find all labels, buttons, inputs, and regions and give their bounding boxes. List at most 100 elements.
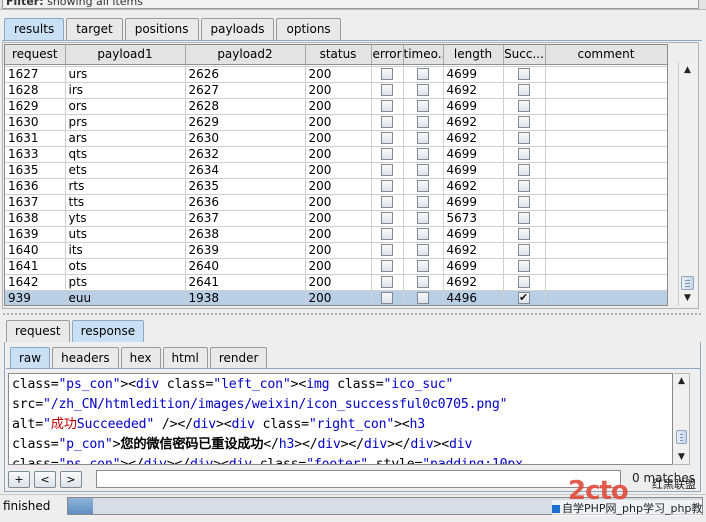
timeout-checkbox[interactable] <box>417 276 429 288</box>
tab-response[interactable]: response <box>71 320 145 342</box>
timeout-checkbox[interactable] <box>417 116 429 128</box>
success-checkbox[interactable] <box>518 290 530 305</box>
table-row[interactable]: 1630 prs 2629 200 4692 <box>5 114 667 131</box>
success-checkbox[interactable] <box>518 68 530 80</box>
tab-raw[interactable]: raw <box>10 347 51 369</box>
success-checkbox[interactable] <box>518 180 530 192</box>
col-payload2[interactable]: payload2 <box>185 45 306 65</box>
response-text-area[interactable]: class="ps_con"><div class="left_con"><im… <box>8 373 673 465</box>
table-row[interactable]: 1642 pts 2641 200 4692 <box>5 274 667 291</box>
timeout-checkbox[interactable] <box>417 212 429 224</box>
timeout-checkbox[interactable] <box>417 180 429 192</box>
table-row[interactable]: 939 euu 1938 200 4496 <box>5 290 667 305</box>
scroll-thumb[interactable] <box>681 276 694 290</box>
tab-hex[interactable]: hex <box>120 347 161 369</box>
cell-request: 1635 <box>5 162 66 179</box>
timeout-checkbox[interactable] <box>417 196 429 208</box>
success-checkbox[interactable] <box>518 276 530 288</box>
table-row[interactable]: 1635 ets 2634 200 4699 <box>5 162 667 179</box>
tab-positions[interactable]: positions <box>124 18 199 40</box>
col-length[interactable]: length <box>443 45 504 65</box>
scroll-down-icon[interactable]: ▼ <box>674 450 689 464</box>
split-handle[interactable] <box>2 312 702 316</box>
error-checkbox[interactable] <box>381 244 393 256</box>
scroll-up-icon[interactable]: ▲ <box>674 374 689 388</box>
response-scrollbar[interactable]: ▲ ▼ <box>674 373 690 465</box>
tab-headers[interactable]: headers <box>52 347 119 369</box>
error-cell <box>371 82 404 99</box>
error-checkbox[interactable] <box>381 100 393 112</box>
timeout-checkbox[interactable] <box>417 84 429 96</box>
tab-payloads[interactable]: payloads <box>200 18 275 40</box>
table-row[interactable]: 1638 yts 2637 200 5673 <box>5 210 667 227</box>
col-success[interactable]: Succ... <box>503 45 546 65</box>
col-request[interactable]: request <box>5 45 66 65</box>
error-checkbox[interactable] <box>381 116 393 128</box>
timeout-checkbox[interactable] <box>417 68 429 80</box>
timeout-checkbox[interactable] <box>417 260 429 272</box>
table-row[interactable]: 1641 ots 2640 200 4699 <box>5 258 667 275</box>
success-checkbox[interactable] <box>518 228 530 240</box>
error-checkbox[interactable] <box>381 292 393 304</box>
table-row[interactable]: 1636 rts 2635 200 4692 <box>5 178 667 195</box>
success-checkbox[interactable] <box>518 116 530 128</box>
success-checkbox[interactable] <box>518 196 530 208</box>
col-comment[interactable]: comment <box>545 45 667 65</box>
error-checkbox[interactable] <box>381 164 393 176</box>
table-row[interactable]: 1639 uts 2638 200 4699 <box>5 226 667 243</box>
next-button[interactable]: > <box>60 470 82 488</box>
tab-options[interactable]: options <box>276 18 341 40</box>
error-checkbox[interactable] <box>381 196 393 208</box>
error-checkbox[interactable] <box>381 276 393 288</box>
error-checkbox[interactable] <box>381 228 393 240</box>
search-input[interactable] <box>96 470 621 488</box>
error-checkbox[interactable] <box>381 260 393 272</box>
scroll-down-icon[interactable]: ▼ <box>679 290 696 306</box>
filter-bar[interactable]: Filter: showing all items <box>0 0 706 10</box>
col-timeout[interactable]: timeo... <box>403 45 444 65</box>
scroll-thumb[interactable] <box>676 430 687 444</box>
error-checkbox[interactable] <box>381 68 393 80</box>
timeout-checkbox[interactable] <box>417 228 429 240</box>
timeout-checkbox[interactable] <box>417 292 429 304</box>
tab-render[interactable]: render <box>209 347 268 369</box>
error-checkbox[interactable] <box>381 84 393 96</box>
error-checkbox[interactable] <box>381 132 393 144</box>
error-checkbox[interactable] <box>381 148 393 160</box>
success-checkbox[interactable] <box>518 148 530 160</box>
timeout-checkbox[interactable] <box>417 148 429 160</box>
previous-button[interactable]: < <box>34 470 56 488</box>
success-checkbox[interactable] <box>518 132 530 144</box>
success-checkbox[interactable] <box>518 244 530 256</box>
success-checkbox[interactable] <box>518 84 530 96</box>
error-checkbox[interactable] <box>381 180 393 192</box>
timeout-checkbox[interactable] <box>417 100 429 112</box>
scroll-up-icon[interactable]: ▲ <box>679 62 696 78</box>
table-row[interactable]: 1640 its 2639 200 4692 <box>5 242 667 259</box>
timeout-checkbox[interactable] <box>417 132 429 144</box>
success-checkbox[interactable] <box>518 260 530 272</box>
col-payload1[interactable]: payload1 <box>65 45 186 65</box>
tab-html[interactable]: html <box>162 347 208 369</box>
table-row[interactable]: 1637 tts 2636 200 4699 <box>5 194 667 211</box>
tab-target[interactable]: target <box>66 18 123 40</box>
success-checkbox[interactable] <box>518 100 530 112</box>
match-count: 0 matches <box>632 471 696 485</box>
table-row[interactable]: 1629 ors 2628 200 4699 <box>5 98 667 115</box>
col-status[interactable]: status <box>305 45 372 65</box>
error-checkbox[interactable] <box>381 212 393 224</box>
col-error[interactable]: error <box>371 45 404 65</box>
add-button[interactable]: + <box>8 470 30 488</box>
table-row[interactable]: 1631 ars 2630 200 4692 <box>5 130 667 147</box>
success-checkbox[interactable] <box>518 212 530 224</box>
status-bar: finished <box>0 494 706 522</box>
table-row[interactable]: 1633 qts 2632 200 4699 <box>5 146 667 163</box>
success-checkbox[interactable] <box>518 164 530 176</box>
tab-request[interactable]: request <box>6 320 70 342</box>
table-row[interactable]: 1627 urs 2626 200 4699 <box>5 66 667 83</box>
timeout-checkbox[interactable] <box>417 164 429 176</box>
tab-results[interactable]: results <box>4 18 65 40</box>
timeout-checkbox[interactable] <box>417 244 429 256</box>
table-row[interactable]: 1628 irs 2627 200 4692 <box>5 82 667 99</box>
results-scrollbar[interactable]: ▲ ▼ <box>678 62 696 306</box>
